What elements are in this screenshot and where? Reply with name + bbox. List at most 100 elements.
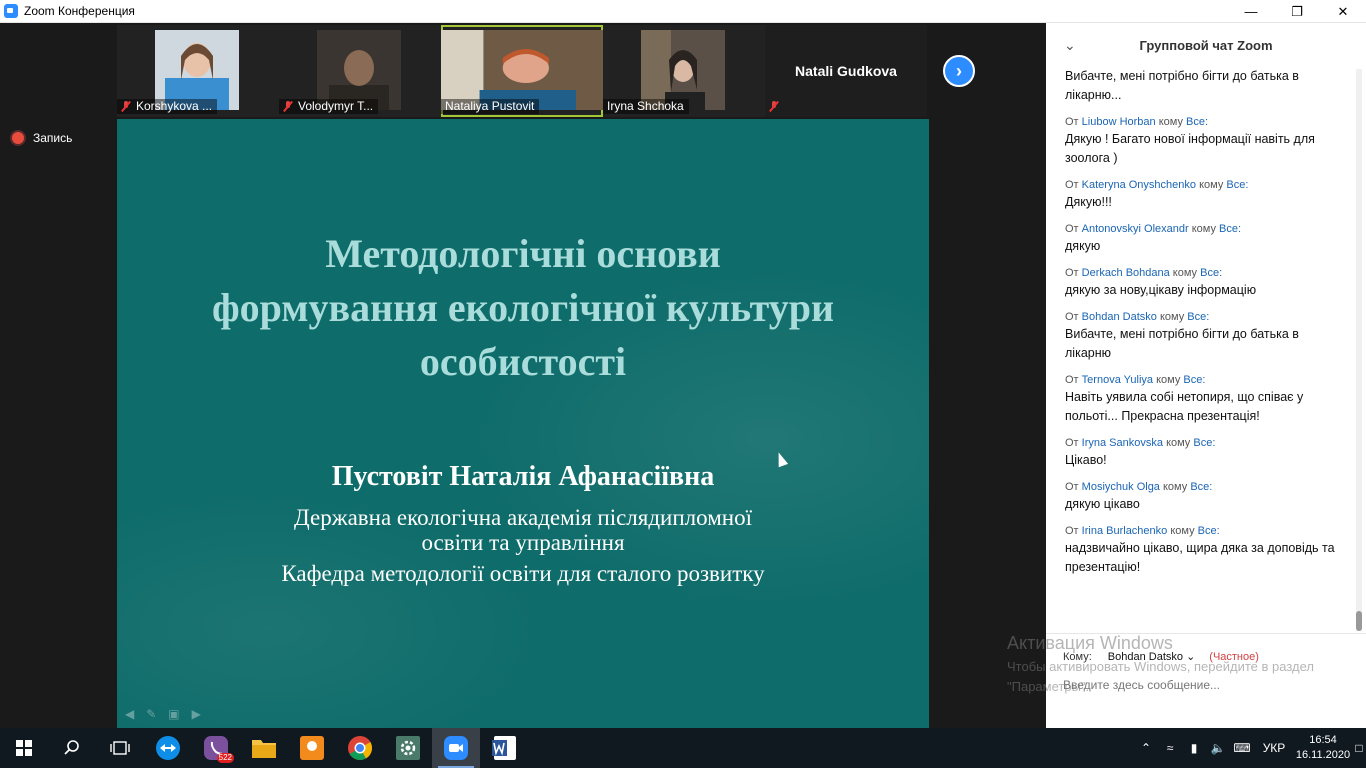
chat-message: От Bohdan Datsko кому Все: Вибачте, мені …	[1065, 310, 1345, 363]
chat-sender[interactable]: Ternova Yuliya	[1082, 374, 1153, 386]
participant-name-tag: Nataliya Pustovit	[441, 99, 540, 114]
meeting-area: Korshykova ... Volodymyr T... Nataliya P…	[0, 23, 1046, 728]
task-view-button[interactable]	[96, 728, 144, 768]
input-language[interactable]: УКР	[1254, 741, 1294, 755]
next-slide-icon[interactable]: ▶	[192, 707, 201, 721]
chat-message-text: Вибачте, мені потрібно бігти до батька в…	[1065, 327, 1299, 360]
to-word: кому	[1172, 267, 1198, 279]
network-icon[interactable]: ≈	[1158, 741, 1182, 755]
clock[interactable]: 16:54 16.11.2020	[1294, 733, 1352, 763]
chevron-up-icon[interactable]: ⌃	[1134, 741, 1158, 755]
chat-message-text: Цікаво!	[1065, 453, 1107, 467]
slide-institution-line: освіти та управління	[421, 530, 625, 555]
taskbar-chrome[interactable]	[336, 728, 384, 768]
chat-message-meta: От Irina Burlachenko кому Все:	[1065, 524, 1345, 539]
volume-icon[interactable]: 🔈	[1206, 741, 1230, 755]
battery-icon[interactable]: ▮	[1182, 741, 1206, 755]
taskbar-word[interactable]	[480, 728, 528, 768]
mic-muted-icon	[121, 101, 131, 112]
taskbar-file-explorer[interactable]	[240, 728, 288, 768]
restore-button[interactable]: ❐	[1274, 0, 1320, 23]
participant-tile-nataliya-active-speaker[interactable]: Nataliya Pustovit	[441, 25, 603, 117]
participant-tile-volodymyr[interactable]: Volodymyr T...	[279, 25, 441, 117]
zoom-icon	[444, 736, 468, 760]
slide-title-line: Методологічні основи	[325, 231, 721, 276]
slides-icon[interactable]: ▣	[168, 707, 179, 721]
pen-icon[interactable]: ✎	[146, 707, 156, 721]
chat-sender[interactable]: Antonovskyi Olexandr	[1082, 223, 1189, 235]
participant-name-tag	[765, 99, 789, 114]
chat-sender[interactable]: Irina Burlachenko	[1082, 525, 1168, 537]
chat-message: От Derkach Bohdana кому Все: дякую за нов…	[1065, 266, 1345, 300]
participant-name: Volodymyr T...	[298, 99, 374, 113]
chat-recipient: Все:	[1200, 267, 1223, 279]
chat-message: Вибачте, мені потрібно бігти до батька в…	[1065, 67, 1345, 105]
to-word: кому	[1199, 179, 1224, 191]
notifications-icon[interactable]: □	[1352, 741, 1366, 755]
close-button[interactable]: ✕	[1320, 0, 1366, 23]
chat-sender[interactable]: Bohdan Datsko	[1082, 311, 1157, 323]
to-word: кому	[1159, 311, 1185, 323]
taskbar-pdf-app[interactable]	[288, 728, 336, 768]
to-word: кому	[1163, 481, 1188, 493]
start-button[interactable]	[0, 728, 48, 768]
participant-name-tag: Iryna Shchoka	[603, 99, 689, 114]
chat-scrollbar-thumb[interactable]	[1356, 611, 1362, 631]
chat-message: От Irina Burlachenko кому Все: надзвичайн…	[1065, 524, 1345, 577]
taskbar-zoom[interactable]	[432, 728, 480, 768]
participant-tile-natali-gudkova[interactable]: Natali Gudkova	[765, 25, 927, 117]
chat-sender[interactable]: Mosiychuk Olga	[1082, 481, 1160, 493]
chat-message: От Mosiychuk Olga кому Все: дякую цікаво	[1065, 480, 1345, 514]
chat-message: От Kateryna Onyshchenko кому Все: Дякую!!…	[1065, 178, 1345, 212]
participant-tile-korshykova[interactable]: Korshykova ...	[117, 25, 279, 117]
teamviewer-icon	[156, 736, 180, 760]
to-word: кому	[1158, 116, 1183, 128]
search-icon	[64, 740, 79, 755]
chat-panel: ⌄ Групповой чат Zoom Вибачте, мені потрі…	[1046, 23, 1366, 728]
participant-name: Natali Gudkova	[795, 63, 897, 79]
minimize-button[interactable]: —	[1228, 0, 1274, 23]
participant-name: Iryna Shchoka	[607, 99, 684, 113]
chat-message-text: Вибачте, мені потрібно бігти до батька в…	[1065, 69, 1299, 102]
chat-recipient: Все:	[1187, 311, 1210, 323]
participant-video	[155, 30, 239, 110]
participant-name-tag: Korshykova ...	[117, 99, 218, 114]
gear-icon	[396, 736, 420, 760]
chat-recipient: Все:	[1190, 481, 1213, 493]
chat-message-meta: От Liubow Horban кому Все:	[1065, 115, 1345, 130]
prev-slide-icon[interactable]: ◀	[125, 707, 134, 721]
chat-messages: Вибачте, мені потрібно бігти до батька в…	[1065, 67, 1345, 587]
participant-video	[641, 30, 725, 110]
from-label: От	[1065, 481, 1079, 493]
chevron-down-icon[interactable]: ⌄	[1064, 37, 1076, 54]
from-label: От	[1065, 311, 1079, 323]
taskbar-settings[interactable]	[384, 728, 432, 768]
participant-tile-iryna[interactable]: Iryna Shchoka	[603, 25, 765, 117]
chat-sender[interactable]: Iryna Sankovska	[1082, 437, 1163, 449]
taskbar-teamviewer[interactable]	[144, 728, 192, 768]
participant-name: Korshykova ...	[136, 99, 213, 113]
chat-recipient: Все:	[1219, 223, 1242, 235]
system-tray: ⌃ ≈ ▮ 🔈 ⌨ УКР 16:54 16.11.2020 □	[1134, 728, 1366, 768]
record-icon	[12, 132, 24, 144]
from-label: От	[1065, 525, 1079, 537]
slide-title-line: особистості	[419, 339, 627, 384]
from-label: От	[1065, 374, 1079, 386]
search-button[interactable]	[48, 728, 96, 768]
windows-activation-hint: Чтобы активировать Windows, перейдите в …	[1007, 659, 1314, 694]
keyboard-icon[interactable]: ⌨	[1230, 741, 1254, 755]
chat-sender[interactable]: Kateryna Onyshchenko	[1082, 179, 1196, 191]
chat-sender[interactable]: Liubow Horban	[1082, 116, 1156, 128]
chat-scrollbar[interactable]	[1356, 69, 1362, 631]
pdf-app-icon	[300, 736, 324, 760]
chat-sender[interactable]: Derkach Bohdana	[1082, 267, 1170, 279]
to-word: кому	[1166, 437, 1191, 449]
taskbar-viber[interactable]: 522	[192, 728, 240, 768]
recording-indicator: Запись	[12, 131, 72, 145]
slide-institution: Державна екологічна академія післядиплом…	[117, 505, 929, 555]
chat-message-meta: От Iryna Sankovska кому Все:	[1065, 436, 1345, 451]
to-word: кому	[1170, 525, 1195, 537]
next-page-arrow-icon[interactable]: ›	[943, 55, 975, 87]
to-word: кому	[1156, 374, 1181, 386]
slide-institution-line: Державна екологічна академія післядиплом…	[294, 505, 752, 530]
